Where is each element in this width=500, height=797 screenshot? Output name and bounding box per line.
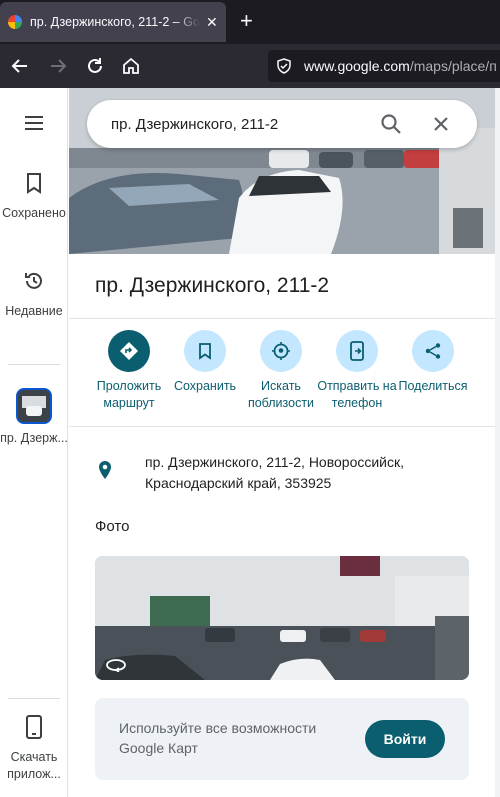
tab-close-icon[interactable]: ✕ bbox=[206, 14, 218, 31]
photo-thumbnail[interactable] bbox=[95, 556, 469, 680]
url-text: www.google.com/maps/place/п bbox=[304, 58, 497, 74]
back-icon[interactable] bbox=[10, 56, 30, 76]
place-panel: пр. Дзержинского, 211-2 пр. Дзержинского… bbox=[69, 88, 495, 797]
new-tab-icon[interactable]: + bbox=[240, 10, 253, 32]
url-path: /maps/place/п bbox=[409, 58, 497, 74]
clear-search-button[interactable] bbox=[427, 110, 455, 138]
street-view-360-icon bbox=[106, 659, 126, 672]
action-buttons: Проложить маршрут Сохранить Искать побли… bbox=[89, 330, 489, 420]
rail-divider bbox=[8, 698, 60, 699]
rail-item-label: Недавние bbox=[5, 304, 63, 318]
forward-icon[interactable] bbox=[48, 56, 68, 76]
rail-item-label: пр. Дзерж... bbox=[0, 431, 68, 445]
send-to-phone-icon bbox=[350, 341, 364, 361]
page-scroll-strip[interactable] bbox=[495, 88, 500, 797]
directions-circle[interactable] bbox=[108, 330, 150, 372]
street-view-photo bbox=[95, 556, 469, 680]
sign-in-button[interactable]: Войти bbox=[365, 720, 445, 758]
save-button[interactable]: Сохранить bbox=[165, 330, 245, 395]
send-to-phone-circle[interactable] bbox=[336, 330, 378, 372]
google-maps-favicon-icon bbox=[8, 15, 22, 29]
search-icon bbox=[381, 114, 401, 134]
sign-in-promo: Используйте все возможности Google Карт … bbox=[95, 698, 469, 780]
download-app-label: Скачать прилож... bbox=[7, 750, 61, 781]
send-to-phone-button[interactable]: Отправить на телефон bbox=[317, 330, 397, 412]
share-icon bbox=[425, 343, 441, 359]
action-label: Искать поблизости bbox=[247, 379, 315, 410]
browser-nav-bar: www.google.com/maps/place/п bbox=[0, 44, 500, 88]
nearby-button[interactable]: Искать поблизости bbox=[241, 330, 321, 412]
save-circle[interactable] bbox=[184, 330, 226, 372]
shield-icon[interactable] bbox=[276, 58, 292, 74]
reload-icon[interactable] bbox=[85, 56, 105, 76]
action-label: Поделиться bbox=[398, 379, 468, 393]
rail-item-current-place[interactable]: пр. Дзерж... bbox=[0, 388, 68, 447]
location-pin-icon bbox=[99, 461, 111, 479]
menu-button[interactable] bbox=[0, 114, 68, 137]
rail-item-saved[interactable]: Сохранено bbox=[0, 172, 68, 222]
search-input[interactable]: пр. Дзержинского, 211-2 bbox=[111, 116, 377, 133]
bookmark-icon bbox=[199, 343, 211, 360]
hamburger-menu-icon[interactable] bbox=[23, 114, 45, 132]
address-text: пр. Дзержинского, 211-2, Новороссийск, К… bbox=[145, 454, 405, 491]
rail-item-label: Сохранено bbox=[2, 206, 66, 220]
directions-icon bbox=[120, 342, 138, 360]
promo-text: Используйте все возможности Google Карт bbox=[119, 720, 317, 756]
action-label: Сохранить bbox=[173, 379, 237, 393]
download-app-button[interactable]: Скачать прилож... bbox=[0, 714, 68, 783]
browser-tab-bar: пр. Дзержинского, 211-2 – Google ✕ + bbox=[0, 0, 500, 44]
divider bbox=[69, 426, 495, 427]
browser-tab[interactable]: пр. Дзержинского, 211-2 – Google ✕ bbox=[0, 2, 226, 42]
close-icon bbox=[434, 117, 448, 131]
phone-icon bbox=[26, 715, 42, 739]
maps-side-rail: Сохранено Недавние пр. Дзерж... Скачать … bbox=[0, 88, 68, 797]
nearby-icon bbox=[272, 342, 290, 360]
share-button[interactable]: Поделиться bbox=[393, 330, 473, 395]
search-button[interactable] bbox=[377, 110, 405, 138]
action-label: Проложить маршрут bbox=[96, 379, 162, 410]
tab-title: пр. Дзержинского, 211-2 – Google bbox=[30, 15, 200, 29]
place-hero-photo[interactable]: пр. Дзержинского, 211-2 bbox=[69, 88, 495, 254]
divider bbox=[69, 318, 495, 319]
place-thumbnail bbox=[16, 388, 52, 424]
rail-item-recent[interactable]: Недавние bbox=[0, 270, 68, 320]
search-box[interactable]: пр. Дзержинского, 211-2 bbox=[87, 100, 477, 148]
address-bar[interactable]: www.google.com/maps/place/п bbox=[268, 50, 500, 82]
nearby-circle[interactable] bbox=[260, 330, 302, 372]
photos-heading: Фото bbox=[95, 518, 130, 535]
history-icon bbox=[25, 272, 42, 289]
action-label: Отправить на телефон bbox=[317, 379, 397, 410]
bookmark-icon bbox=[27, 173, 41, 194]
home-icon[interactable] bbox=[121, 56, 141, 76]
place-title: пр. Дзержинского, 211-2 bbox=[95, 274, 330, 297]
share-circle[interactable] bbox=[412, 330, 454, 372]
directions-button[interactable]: Проложить маршрут bbox=[89, 330, 169, 412]
rail-divider bbox=[8, 364, 60, 365]
url-host: www.google.com bbox=[304, 58, 410, 74]
